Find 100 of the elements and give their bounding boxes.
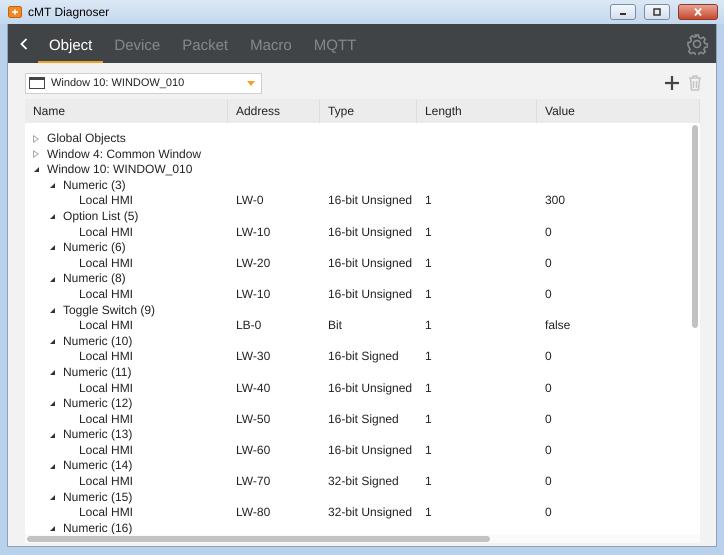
table-cell: LW-60 [236,442,270,457]
tree-item[interactable]: Local HMI [79,474,134,490]
app-icon [8,5,22,19]
table-cell: 32-bit Signed [328,474,399,488]
tree-item[interactable]: Local HMI [79,224,134,240]
tree-item[interactable]: Numeric (10) [63,334,132,350]
expanded-arrow-icon[interactable] [49,213,56,220]
table-cell: 0 [545,256,552,270]
tree-item[interactable]: Window 4: Common Window [47,146,202,162]
table-cell: 16-bit Unsigned [328,380,412,394]
expanded-arrow-icon[interactable] [49,244,56,252]
column-header[interactable]: Type [320,99,417,123]
tree-item[interactable]: Numeric (3) [63,178,126,194]
table-cell: LB-0 [236,318,262,332]
expanded-arrow-icon[interactable] [33,166,40,174]
tree-item[interactable]: Global Objects [47,131,126,147]
window-title: cMT Diagnoser [28,5,110,19]
horizontal-scrollbar[interactable] [25,534,700,543]
window-dropdown[interactable]: Window 10: WINDOW_010 [25,72,262,94]
close-button[interactable] [678,4,718,20]
table-cell: 1 [425,286,432,301]
table-cell: LW-70 [236,474,270,488]
tree-item[interactable]: Local HMI [79,505,134,521]
tree-item[interactable]: Option List (5) [63,208,138,225]
trash-icon [688,75,702,91]
expanded-arrow-icon[interactable] [49,400,56,408]
tree-item[interactable]: Window 10: WINDOW_010 [47,162,192,178]
tree-item[interactable]: Local HMI [79,193,134,209]
tree-item[interactable]: Numeric (12) [63,396,132,412]
table-cell: LW-10 [236,286,270,301]
table-cell: 16-bit Unsigned [328,193,412,208]
expanded-arrow-icon[interactable] [49,276,56,283]
table-cell: 0 [545,286,552,301]
tree-item[interactable]: Local HMI [79,380,134,396]
table-cell: LW-80 [236,505,270,520]
tree-item[interactable]: Local HMI [79,256,134,272]
table-cell: 1 [425,380,432,394]
table-cell: LW-40 [236,380,270,394]
table-cell: 32-bit Unsigned [328,505,412,520]
table-cell: LW-0 [236,193,264,208]
table-cell: 1 [425,193,432,208]
tree-item[interactable]: Numeric (14) [63,458,132,474]
table-cell: 1 [425,505,432,520]
table-cell: 300 [545,193,566,208]
tree-item[interactable]: Local HMI [79,442,134,458]
table-cell: 1 [425,349,432,364]
table-cell: 0 [545,442,552,457]
table-cell: 16-bit Signed [328,412,399,426]
table-cell: 1 [425,412,432,426]
tree-item[interactable]: Numeric (8) [63,271,126,287]
table-cell: Bit [328,318,342,332]
caret-icon [247,80,255,86]
table-cell: LW-10 [236,224,270,239]
table-cell: LW-30 [236,349,270,364]
expanded-arrow-icon[interactable] [49,432,56,439]
table-cell: 1 [425,224,432,239]
expanded-arrow-icon[interactable] [49,182,56,190]
table-cell: 16-bit Unsigned [328,286,412,301]
maximize-button[interactable] [644,4,670,20]
expanded-arrow-icon[interactable] [49,306,56,314]
tree-item[interactable]: Local HMI [79,412,134,428]
expanded-arrow-icon[interactable] [49,369,56,376]
column-header[interactable]: Address [228,99,320,123]
table-cell: 0 [545,224,552,239]
table-cell: 16-bit Unsigned [328,442,412,457]
expanded-arrow-icon[interactable] [49,338,56,346]
tree-item[interactable]: Toggle Switch (9) [63,302,156,318]
tree-item[interactable]: Local HMI [79,349,134,365]
table-cell: false [545,318,570,332]
table-cell: 16-bit Signed [328,349,399,364]
table-cell: 1 [425,474,432,488]
table-cell: 16-bit Unsigned [328,256,412,270]
table-cell: LW-50 [236,412,270,426]
tree-item[interactable]: Local HMI [79,318,134,334]
tree-item[interactable]: Local HMI [79,286,134,303]
expanded-arrow-icon[interactable] [49,462,56,470]
close-icon [693,8,703,16]
table-cell: 1 [425,442,432,457]
expanded-arrow-icon[interactable] [49,494,56,501]
table-cell: 0 [545,505,552,520]
column-header[interactable]: Name [25,99,228,123]
table-cell: 0 [545,380,552,394]
window-icon [29,77,45,89]
tree-item[interactable]: Numeric (6) [63,240,126,256]
expanded-arrow-icon[interactable] [49,525,56,532]
settings-icon[interactable] [686,32,708,54]
tree-item[interactable]: Numeric (13) [63,427,132,443]
column-header[interactable]: Length [417,99,537,123]
table-cell: 0 [545,349,552,364]
tree-item[interactable]: Numeric (11) [63,364,132,380]
tree-item[interactable]: Numeric (16) [63,520,132,534]
table-cell: 0 [545,412,552,426]
add-button[interactable] [664,75,680,91]
table-cell: 1 [425,256,432,270]
table-cell: 1 [425,318,432,332]
table-cell: 16-bit Unsigned [328,224,412,239]
minimize-button[interactable] [610,4,636,20]
tree-item[interactable]: Numeric (15) [63,490,132,506]
plus-icon [664,75,680,91]
tab[interactable]: Object [38,24,104,63]
